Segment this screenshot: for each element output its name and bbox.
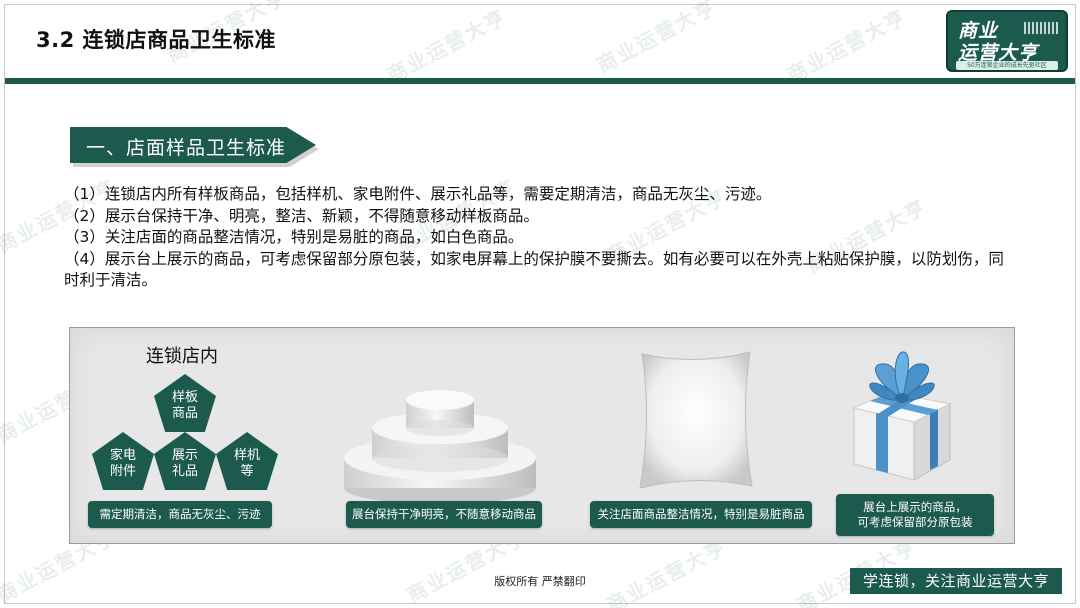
pedestal-image — [344, 390, 536, 504]
pentagon-appliance-accessories: 家电 附件 — [92, 432, 154, 490]
standard-item: （1）连锁店内所有样板商品，包括样机、家电附件、展示礼品等，需要定期清洁，商品无… — [64, 185, 772, 203]
gift-box-image — [852, 351, 952, 481]
panel-title: 连锁店内 — [146, 346, 218, 367]
caption-keep-stand-clean: 展台保持干净明亮，不随意移动商品 — [346, 501, 542, 528]
caption-clean-regularly: 需定期清洁，商品无灰尘、污迹 — [88, 501, 272, 528]
header-divider — [5, 78, 1075, 84]
pentagon-sample-goods: 样板 商品 — [154, 374, 216, 432]
logo-tagline: 50万连锁企业的成长先驱社区 — [956, 61, 1058, 70]
caption-watch-cleanliness: 关注店面商品整洁情况，特别是易脏商品 — [590, 501, 812, 528]
pentagon-label: 展示 礼品 — [171, 448, 198, 479]
pentagon-display-gifts: 展示 礼品 — [154, 432, 216, 490]
brand-logo: 商业 运营大亨 50万连锁企业的成长先驱社区 — [946, 10, 1068, 72]
section-title: 一、店面样品卫生标准 — [86, 137, 287, 159]
standard-item: （3）关注店面的商品整洁情况，特别是易脏的商品，如白色商品。 — [64, 228, 524, 246]
illustration-panel: 连锁店内 样板 商品 家电 附件 展示 礼品 样机等 需定期清洁，商品无灰尘、污… — [69, 327, 1015, 544]
pentagon-sample-machines: 样机等 — [216, 432, 278, 490]
pillow-image — [639, 351, 753, 489]
section-banner: 一、店面样品卫生标准 — [70, 127, 316, 163]
pentagon-label: 样机等 — [233, 448, 260, 479]
caption-keep-packaging: 展台上展示的商品， 可考虑保留部分原包装 — [836, 494, 994, 536]
footer-badge: 学连锁，关注商业运营大亨 — [850, 568, 1062, 594]
standard-item: （2）展示台保持干净、明亮，整洁、新颖，不得随意移动样板商品。 — [64, 206, 539, 225]
pentagon-label: 样板 商品 — [171, 390, 198, 421]
standards-text: （1）连锁店内所有样板商品，包括样机、家电附件、展示礼品等，需要定期清洁，商品无… — [64, 184, 1014, 292]
logo-stripes — [1024, 22, 1058, 34]
standard-item: （4）展示台上展示的商品，可考虑保留部分原包装，如家电屏幕上的保护膜不要撕去。如… — [64, 249, 1004, 290]
page-title: 3.2 连锁店商品卫生标准 — [36, 28, 277, 52]
pentagon-label: 家电 附件 — [109, 448, 136, 479]
